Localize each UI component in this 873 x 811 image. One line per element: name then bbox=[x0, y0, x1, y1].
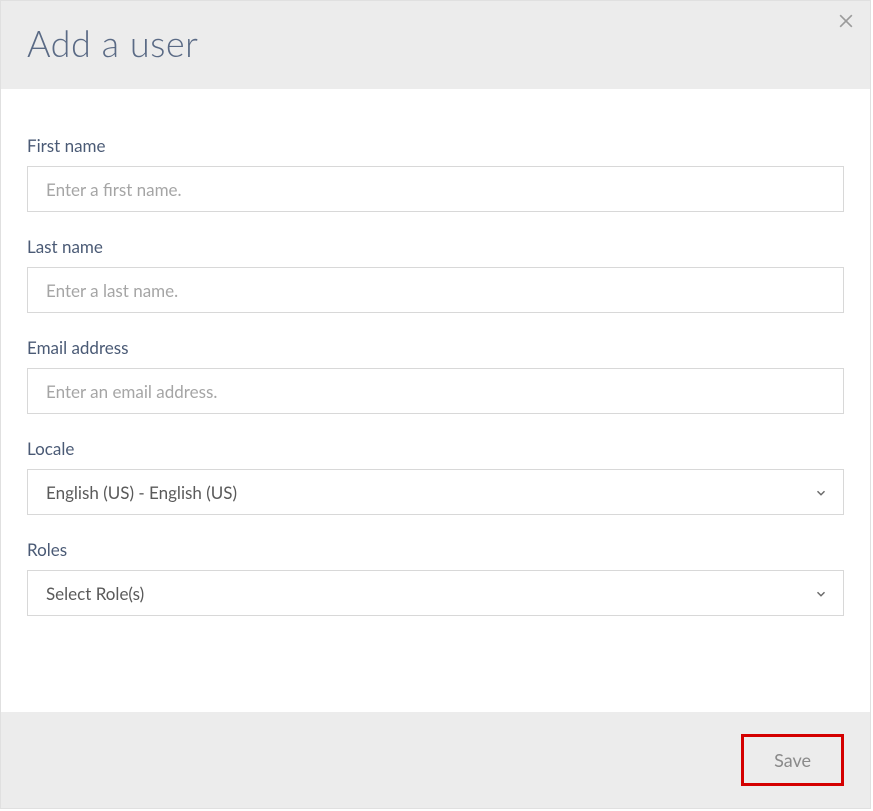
first-name-group: First name bbox=[27, 135, 844, 212]
modal-title: Add a user bbox=[27, 21, 844, 65]
first-name-label: First name bbox=[27, 135, 844, 156]
locale-select[interactable]: English (US) - English (US) bbox=[27, 469, 844, 515]
modal-footer: Save bbox=[1, 712, 870, 808]
email-group: Email address bbox=[27, 337, 844, 414]
modal-body: First name Last name Email address Local… bbox=[1, 89, 870, 712]
roles-group: Roles Select Role(s) bbox=[27, 539, 844, 616]
modal-header: Add a user bbox=[1, 1, 870, 89]
roles-select[interactable]: Select Role(s) bbox=[27, 570, 844, 616]
locale-group: Locale English (US) - English (US) bbox=[27, 438, 844, 515]
add-user-modal: Add a user First name Last name Email ad… bbox=[0, 0, 871, 809]
roles-label: Roles bbox=[27, 539, 844, 560]
email-label: Email address bbox=[27, 337, 844, 358]
last-name-group: Last name bbox=[27, 236, 844, 313]
roles-select-wrapper: Select Role(s) bbox=[27, 570, 844, 616]
locale-select-wrapper: English (US) - English (US) bbox=[27, 469, 844, 515]
locale-label: Locale bbox=[27, 438, 844, 459]
first-name-input[interactable] bbox=[27, 166, 844, 212]
last-name-label: Last name bbox=[27, 236, 844, 257]
last-name-input[interactable] bbox=[27, 267, 844, 313]
close-icon[interactable] bbox=[836, 11, 856, 31]
email-input[interactable] bbox=[27, 368, 844, 414]
save-button[interactable]: Save bbox=[741, 734, 844, 786]
